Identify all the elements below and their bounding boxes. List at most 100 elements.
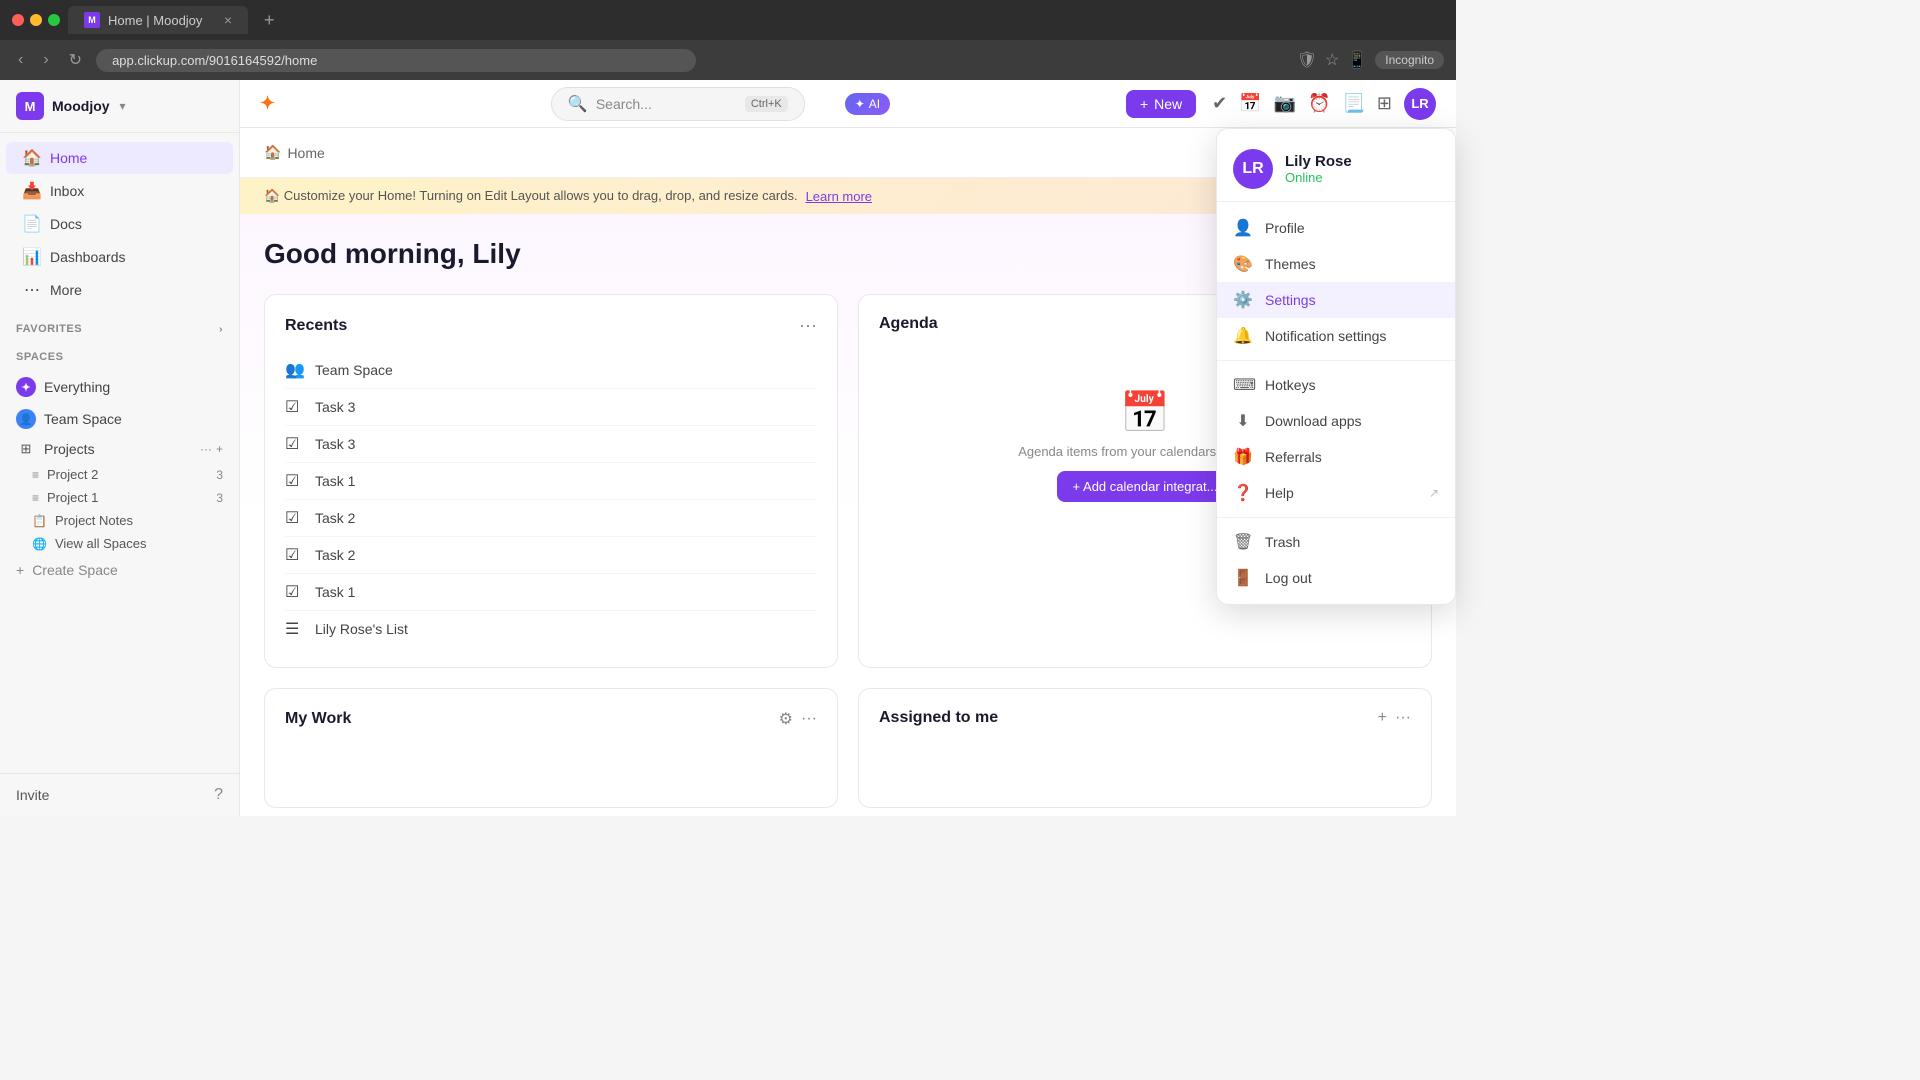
- ai-button[interactable]: ✦ AI: [845, 93, 890, 115]
- help-icon[interactable]: ?: [214, 786, 223, 804]
- recents-widget: Recents ··· 👥 Team Space ☑ Task 3: [264, 294, 838, 668]
- sidebar-item-projects[interactable]: ⊞ Projects ··· +: [0, 436, 239, 462]
- breadcrumb-label: Home: [287, 145, 324, 161]
- profile-icon: 👤: [1233, 218, 1253, 238]
- sidebar-item-team-space[interactable]: 👤 Team Space ··· +: [0, 404, 239, 434]
- address-bar[interactable]: app.clickup.com/9016164592/home: [96, 49, 696, 72]
- recents-more-button[interactable]: ···: [799, 315, 817, 336]
- dropdown-themes-label: Themes: [1265, 256, 1316, 272]
- dropdown-item-logout[interactable]: 🚪 Log out: [1217, 560, 1455, 596]
- recent-icon-0: 👥: [285, 360, 305, 380]
- dropdown-item-settings[interactable]: ⚙️ Settings: [1217, 282, 1455, 318]
- browser-toolbar: ‹ › ↻ app.clickup.com/9016164592/home 🛡 …: [0, 40, 1456, 80]
- search-placeholder: Search...: [596, 96, 737, 112]
- recent-item-1[interactable]: ☑ Task 3: [285, 389, 817, 426]
- sidebar-item-more-label: More: [50, 282, 82, 298]
- sidebar-item-view-all-spaces[interactable]: 🌐 View all Spaces: [0, 532, 239, 555]
- create-space-icon: +: [16, 562, 24, 578]
- dropdown-item-hotkeys[interactable]: ⌨ Hotkeys: [1217, 367, 1455, 403]
- dropdown-user-status: Online: [1285, 170, 1352, 185]
- dropdown-item-download[interactable]: ⬇ Download apps: [1217, 403, 1455, 439]
- camera-icon[interactable]: 📷: [1274, 93, 1296, 114]
- project2-icon: ≡: [32, 468, 39, 482]
- recent-item-5[interactable]: ☑ Task 2: [285, 537, 817, 574]
- alarm-icon[interactable]: ⏰: [1308, 93, 1330, 114]
- document-icon[interactable]: 📃: [1343, 93, 1365, 114]
- spaces-section: Spaces: [0, 343, 239, 371]
- new-button[interactable]: + New: [1126, 90, 1196, 118]
- device-icon[interactable]: 📱: [1347, 50, 1367, 70]
- sidebar-item-dashboards[interactable]: 📊 Dashboards: [6, 241, 233, 273]
- sidebar-item-project2[interactable]: ≡ Project 2 3: [0, 463, 239, 486]
- projects-more-icon[interactable]: ···: [200, 442, 212, 456]
- team-space-add-icon[interactable]: +: [216, 412, 223, 426]
- sidebar-item-home-label: Home: [50, 150, 87, 166]
- check-icon[interactable]: ✔: [1212, 93, 1227, 114]
- workspace-header[interactable]: M Moodjoy ▾: [0, 80, 239, 133]
- dropdown-item-trash[interactable]: 🗑 Trash: [1217, 524, 1455, 560]
- forward-button[interactable]: ›: [37, 47, 54, 73]
- workspace-name: Moodjoy: [52, 98, 110, 114]
- user-avatar-button[interactable]: LR: [1404, 88, 1436, 120]
- breadcrumb: 🏠 Home: [264, 144, 325, 161]
- assigned-more-icon[interactable]: ···: [1395, 709, 1411, 727]
- spaces-label: Spaces: [16, 351, 63, 363]
- sidebar-item-everything[interactable]: ✦ Everything: [0, 372, 239, 402]
- bookmark-icon[interactable]: ☆: [1325, 50, 1339, 70]
- projects-add-icon[interactable]: +: [216, 442, 223, 456]
- recent-icon-6: ☑: [285, 582, 305, 602]
- sidebar-item-home[interactable]: 🏠 Home: [6, 142, 233, 174]
- referrals-icon: 🎁: [1233, 447, 1253, 467]
- assigned-add-icon[interactable]: +: [1378, 709, 1387, 727]
- project-notes-label: Project Notes: [55, 513, 133, 528]
- browser-chrome: M Home | Moodjoy × +: [0, 0, 1456, 40]
- dropdown-item-profile[interactable]: 👤 Profile: [1217, 210, 1455, 246]
- search-shortcut: Ctrl+K: [745, 96, 788, 112]
- calendar-topbar-icon[interactable]: 📅: [1239, 93, 1261, 114]
- new-tab-button[interactable]: +: [256, 10, 283, 31]
- assigned-widget: Assigned to me + ···: [858, 688, 1432, 808]
- sidebar-item-project-notes[interactable]: 📋 Project Notes: [0, 509, 239, 532]
- dropdown-item-referrals[interactable]: 🎁 Referrals: [1217, 439, 1455, 475]
- add-calendar-button[interactable]: + Add calendar integrat...: [1057, 471, 1234, 502]
- dropdown-item-themes[interactable]: 🎨 Themes: [1217, 246, 1455, 282]
- favorites-section: Favorites ›: [0, 315, 239, 343]
- sidebar-create-space[interactable]: + Create Space: [0, 556, 239, 584]
- recent-item-6[interactable]: ☑ Task 1: [285, 574, 817, 611]
- sidebar-item-inbox-label: Inbox: [50, 183, 84, 199]
- recent-label-4: Task 2: [315, 510, 355, 526]
- grid-icon[interactable]: ⊞: [1377, 93, 1392, 114]
- create-space-label: Create Space: [32, 562, 118, 578]
- search-box[interactable]: 🔍 Search... Ctrl+K: [551, 87, 805, 121]
- dropdown-item-help[interactable]: ❓ Help ↗: [1217, 475, 1455, 511]
- recent-item-7[interactable]: ☰ Lily Rose's List: [285, 611, 817, 647]
- recent-item-2[interactable]: ☑ Task 3: [285, 426, 817, 463]
- learn-more-link[interactable]: Learn more: [806, 189, 872, 204]
- sidebar-item-docs[interactable]: 📄 Docs: [6, 208, 233, 240]
- invite-button[interactable]: Invite: [16, 787, 206, 803]
- browser-tab[interactable]: M Home | Moodjoy ×: [68, 6, 248, 34]
- dropdown-settings-label: Settings: [1265, 292, 1316, 308]
- refresh-button[interactable]: ↻: [63, 46, 88, 74]
- sidebar-item-more[interactable]: ⋯ More: [6, 274, 233, 306]
- team-space-more-icon[interactable]: ···: [200, 412, 212, 426]
- recents-title: Recents: [285, 317, 347, 335]
- tab-close-icon[interactable]: ×: [224, 12, 232, 28]
- sidebar-item-project1[interactable]: ≡ Project 1 3: [0, 486, 239, 509]
- everything-label: Everything: [44, 379, 223, 395]
- dropdown-item-notifications[interactable]: 🔔 Notification settings: [1217, 318, 1455, 354]
- recent-item-3[interactable]: ☑ Task 1: [285, 463, 817, 500]
- ai-star-icon: ✦: [855, 97, 865, 111]
- recent-label-5: Task 2: [315, 547, 355, 563]
- back-button[interactable]: ‹: [12, 47, 29, 73]
- recent-item-4[interactable]: ☑ Task 2: [285, 500, 817, 537]
- dropdown-help-label: Help: [1265, 485, 1294, 501]
- project-notes-icon: 📋: [32, 514, 47, 528]
- assigned-header: Assigned to me + ···: [879, 709, 1411, 727]
- my-work-settings-icon[interactable]: ⚙: [779, 709, 793, 729]
- my-work-more-icon[interactable]: ···: [801, 710, 817, 728]
- toolbar-actions: 🛡 ☆ 📱 Incognito: [1297, 50, 1444, 70]
- recents-list: 👥 Team Space ☑ Task 3 ☑ Task 3 ☑: [285, 352, 817, 647]
- recent-item-0[interactable]: 👥 Team Space: [285, 352, 817, 389]
- sidebar-item-inbox[interactable]: 📥 Inbox: [6, 175, 233, 207]
